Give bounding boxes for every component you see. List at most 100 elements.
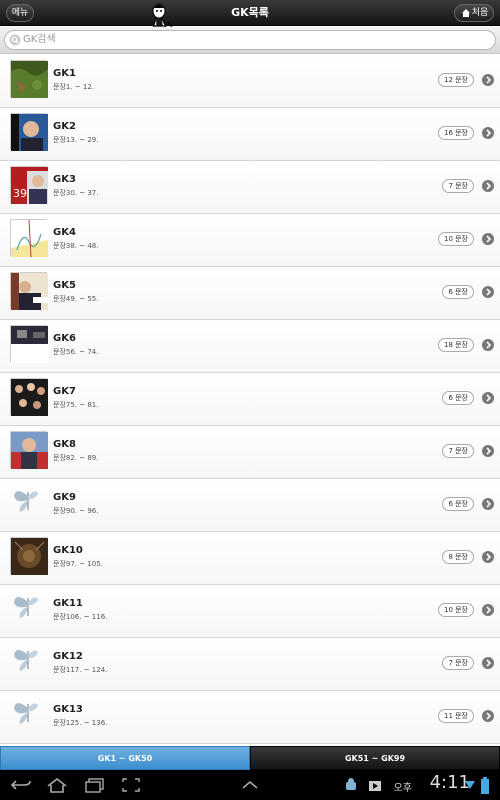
list-item[interactable]: GK6 문장56. ~ 74. 18 문장 <box>0 320 500 373</box>
chevron-right-icon[interactable] <box>482 604 494 616</box>
app-root: 메뉴 GK목록 처음 GK검색 GK1 문장1. ~ 12. 12 문장 GK2 문장1… <box>0 0 500 800</box>
butterfly-icon <box>10 643 47 680</box>
list-item-title: GK6 <box>53 333 76 344</box>
list-item[interactable]: GK1 문장1. ~ 12. 12 문장 <box>0 55 500 108</box>
list-item-title: GK12 <box>53 651 83 662</box>
sentence-count-badge: 10 문장 <box>437 232 474 246</box>
list-item[interactable]: GK11 문장106. ~ 116. 10 문장 <box>0 585 500 638</box>
list-item[interactable]: GK10 문장97. ~ 105. 8 문장 <box>0 532 500 585</box>
list-item-range: 문장1. ~ 12. <box>53 83 95 91</box>
list-item[interactable]: GK12 문장117. ~ 124. 7 문장 <box>0 638 500 691</box>
chevron-right-icon[interactable] <box>482 657 494 669</box>
search-bar: GK검색 <box>0 27 500 54</box>
list-item-range: 문장75. ~ 81. <box>53 401 99 409</box>
chevron-right-icon[interactable] <box>482 74 494 86</box>
home-button-label: 처음 <box>471 8 489 18</box>
list-item-title: GK9 <box>53 492 76 503</box>
list-item-title: GK4 <box>53 227 76 238</box>
top-bar: 메뉴 GK목록 처음 <box>0 0 500 41</box>
screenshot-icon[interactable] <box>120 777 142 793</box>
android-debug-icon <box>346 778 356 790</box>
search-icon <box>9 34 21 46</box>
thumbnail-image <box>10 537 48 575</box>
list-item-title: GK10 <box>53 545 83 556</box>
list-item-range: 문장106. ~ 116. <box>53 613 108 621</box>
list-item[interactable]: GK4 문장38. ~ 48. 10 문장 <box>0 214 500 267</box>
sentence-count-badge: 12 문장 <box>437 73 474 87</box>
search-placeholder: GK검색 <box>23 34 56 45</box>
chevron-right-icon[interactable] <box>482 127 494 139</box>
thumbnail-image <box>10 219 48 258</box>
sentence-count-badge: 6 문장 <box>442 285 474 299</box>
chevron-right-icon[interactable] <box>482 710 494 722</box>
list-item-title: GK13 <box>53 704 83 715</box>
sentence-count-badge: 7 문장 <box>442 179 474 193</box>
list-item[interactable]: GK8 문장82. ~ 89. 7 문장 <box>0 426 500 479</box>
media-icon <box>369 781 381 791</box>
list-item[interactable]: GK13 문장125. ~ 136. 11 문장 <box>0 691 500 744</box>
sentence-count-badge: 10 문장 <box>437 603 474 617</box>
tab-gk1-50[interactable]: GK1 ~ GK50 <box>0 746 250 770</box>
list-item-range: 문장30. ~ 37. <box>53 189 99 197</box>
chevron-right-icon[interactable] <box>482 498 494 510</box>
list-item-title: GK2 <box>53 121 76 132</box>
clock-ampm: 오후 <box>393 783 412 794</box>
thumbnail-image <box>10 272 48 310</box>
gk-list: GK1 문장1. ~ 12. 12 문장 GK2 문장13. ~ 29. 16 문장 39 G… <box>0 55 500 745</box>
sentence-count-badge: 11 문장 <box>437 709 474 723</box>
sentence-count-badge: 6 문장 <box>442 391 474 405</box>
thumbnail-image <box>10 378 48 416</box>
home-button[interactable]: 처음 <box>454 4 494 22</box>
thumbnail-image <box>10 431 48 469</box>
sentence-count-badge: 7 문장 <box>442 656 474 670</box>
chevron-right-icon[interactable] <box>482 392 494 404</box>
recent-apps-icon[interactable] <box>84 777 106 793</box>
list-item-range: 문장97. ~ 105. <box>53 560 103 568</box>
list-item[interactable]: 39 GK3 문장30. ~ 37. 7 문장 <box>0 161 500 214</box>
home-nav-icon[interactable] <box>46 777 68 793</box>
list-item-title: GK3 <box>53 174 76 185</box>
list-item-range: 문장90. ~ 96. <box>53 507 99 515</box>
svg-text:39: 39 <box>13 187 27 200</box>
list-item[interactable]: GK2 문장13. ~ 29. 16 문장 <box>0 108 500 161</box>
thumbnail-image: 39 <box>10 166 48 204</box>
page-title: GK목록 <box>231 6 269 19</box>
list-item-range: 문장13. ~ 29. <box>53 136 99 144</box>
list-item-range: 문장49. ~ 55. <box>53 295 99 303</box>
chevron-right-icon[interactable] <box>482 233 494 245</box>
system-bar: 오후 4:11 <box>0 770 500 800</box>
chevron-up-icon[interactable] <box>240 777 260 793</box>
battery-icon <box>481 777 489 794</box>
list-item[interactable]: GK5 문장49. ~ 55. 6 문장 <box>0 267 500 320</box>
chevron-right-icon[interactable] <box>482 445 494 457</box>
butterfly-icon <box>10 484 47 521</box>
chevron-right-icon[interactable] <box>482 339 494 351</box>
sentence-count-badge: 18 문장 <box>437 338 474 352</box>
sentence-count-badge: 7 문장 <box>442 444 474 458</box>
list-item-range: 문장56. ~ 74. <box>53 348 99 356</box>
home-icon <box>462 9 470 17</box>
list-item-range: 문장82. ~ 89. <box>53 454 99 462</box>
sentence-count-badge: 16 문장 <box>437 126 474 140</box>
butterfly-icon <box>10 696 47 733</box>
thumbnail-image <box>10 325 48 363</box>
wifi-icon <box>465 781 475 789</box>
tab-gk51-99[interactable]: GK51 ~ GK99 <box>250 746 500 770</box>
chevron-right-icon[interactable] <box>482 551 494 563</box>
sentence-count-badge: 6 문장 <box>442 497 474 511</box>
chevron-right-icon[interactable] <box>482 180 494 192</box>
list-item-range: 문장38. ~ 48. <box>53 242 99 250</box>
list-item-title: GK7 <box>53 386 76 397</box>
list-item-title: GK1 <box>53 68 76 79</box>
back-icon[interactable] <box>10 777 32 793</box>
thumbnail-image <box>10 60 48 98</box>
search-input[interactable]: GK검색 <box>4 30 496 50</box>
list-item-range: 문장125. ~ 136. <box>53 719 108 727</box>
butterfly-icon <box>10 590 47 627</box>
thumbnail-image <box>10 113 48 151</box>
list-item[interactable]: GK9 문장90. ~ 96. 6 문장 <box>0 479 500 532</box>
list-item[interactable]: GK7 문장75. ~ 81. 6 문장 <box>0 373 500 426</box>
list-item-range: 문장117. ~ 124. <box>53 666 108 674</box>
chevron-right-icon[interactable] <box>482 286 494 298</box>
list-item-title: GK5 <box>53 280 76 291</box>
